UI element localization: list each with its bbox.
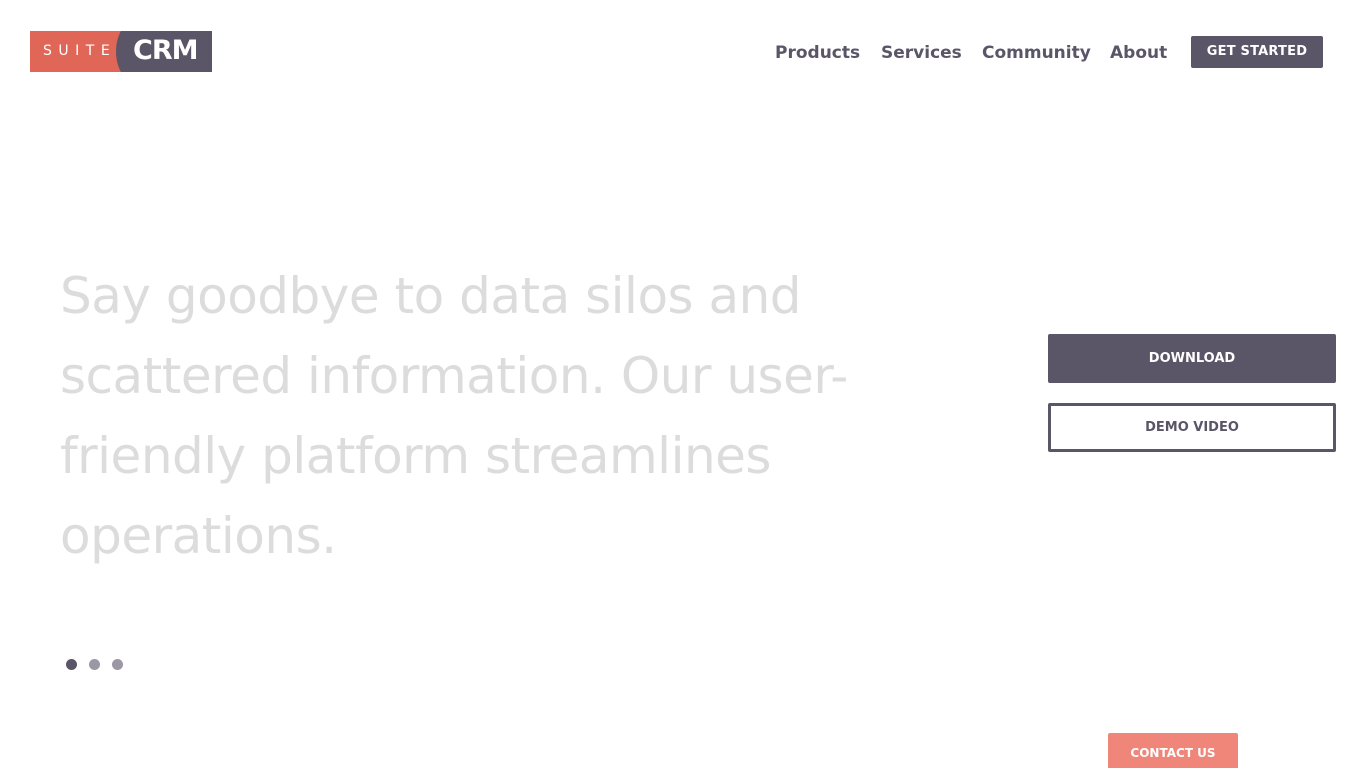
demo-video-button[interactable]: DEMO VIDEO [1048, 403, 1336, 452]
page: SUITE CRM Products Services Community Ab… [0, 0, 1366, 768]
carousel-dot-1[interactable] [66, 659, 77, 670]
logo-suite-text: SUITE [43, 43, 117, 59]
carousel-dot-2[interactable] [89, 659, 100, 670]
nav-services[interactable]: Services [881, 42, 962, 64]
contact-us-button[interactable]: CONTACT US [1108, 733, 1238, 768]
hero-headline: Say goodbye to data silos and scattered … [60, 267, 848, 565]
get-started-button[interactable]: GET STARTED [1191, 36, 1323, 68]
nav-community[interactable]: Community [982, 42, 1091, 64]
nav-about[interactable]: About [1110, 42, 1167, 64]
logo-crm-text: CRM [133, 35, 198, 66]
download-button[interactable]: DOWNLOAD [1048, 334, 1336, 383]
carousel-dot-3[interactable] [112, 659, 123, 670]
nav-products[interactable]: Products [775, 42, 860, 64]
suitecrm-logo[interactable]: SUITE CRM [30, 31, 212, 72]
